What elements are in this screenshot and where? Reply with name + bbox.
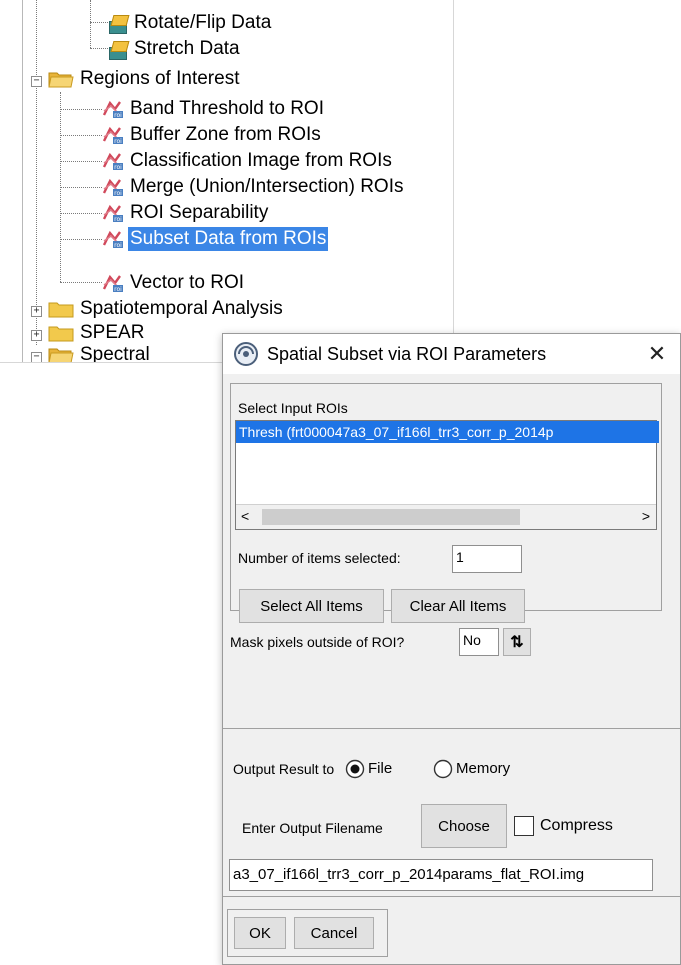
compress-checkbox[interactable] (514, 816, 534, 836)
close-icon: ✕ (647, 341, 667, 366)
folder-icon (48, 302, 74, 318)
scroll-left-icon[interactable]: < (241, 508, 249, 524)
mask-value-field[interactable]: No (459, 628, 499, 656)
roi-tool-icon: roi (102, 230, 123, 249)
tree-connector (90, 22, 108, 23)
svg-text:roi: roi (114, 286, 122, 293)
tree-connector (90, 48, 108, 49)
separator (223, 728, 680, 729)
horizontal-scrollbar[interactable]: < > (236, 504, 656, 529)
tree-connector (60, 187, 102, 188)
toggle-mask-button[interactable]: ⇅ (503, 628, 531, 656)
roi-tool-icon: roi (102, 126, 123, 145)
tree-item-roi-separability[interactable]: roi ROI Separability (102, 200, 270, 226)
radio-file-icon[interactable] (345, 759, 365, 779)
toolbox-tree-panel: − + + − Rotate/Flip Data Stretch Data Re… (0, 0, 454, 363)
select-all-items-button[interactable]: Select All Items (239, 589, 384, 623)
tree-item-band-threshold-to-roi[interactable]: roi Band Threshold to ROI (102, 96, 326, 122)
tree-connector (90, 0, 91, 48)
items-selected-field[interactable]: 1 (452, 545, 522, 573)
expand-spear-icon[interactable]: + (31, 330, 42, 341)
tree-item-label: Classification Image from ROIs (130, 150, 392, 171)
tree-item-vector-to-roi[interactable]: roi Vector to ROI (102, 270, 246, 296)
svg-text:roi: roi (114, 138, 122, 145)
tree-item-subset-data-from-rois[interactable]: roi Subset Data from ROIs (102, 226, 329, 252)
clear-all-items-button[interactable]: Clear All Items (391, 589, 525, 623)
output-result-label: Output Result to (233, 761, 335, 777)
tree-item-stretch-data[interactable]: Stretch Data (108, 36, 242, 62)
output-filename-field[interactable]: a3_07_if166l_trr3_corr_p_2014params_flat… (229, 859, 653, 891)
tree-connector (60, 135, 102, 136)
radio-file-label[interactable]: File (368, 760, 392, 777)
roi-tool-icon: roi (102, 100, 123, 119)
separator (223, 896, 680, 897)
scroll-right-icon[interactable]: > (642, 508, 650, 524)
cancel-button[interactable]: Cancel (294, 917, 374, 949)
tree-item-buffer-zone-from-rois[interactable]: roi Buffer Zone from ROIs (102, 122, 323, 148)
folder-icon (48, 326, 74, 342)
close-button[interactable]: ✕ (634, 334, 680, 374)
toggle-arrows-icon: ⇅ (510, 634, 524, 651)
tree-connector (60, 213, 102, 214)
roi-tool-icon: roi (102, 274, 123, 293)
tree-item-label: Merge (Union/Intersection) ROIs (130, 176, 404, 197)
tree-item-label: Spectral (80, 344, 150, 363)
folder-open-icon (48, 72, 74, 88)
folder-open-icon (48, 348, 74, 362)
tree-connector (60, 161, 102, 162)
svg-text:roi: roi (114, 190, 122, 197)
svg-text:roi: roi (114, 242, 122, 249)
select-input-rois-label: Select Input ROIs (238, 400, 348, 416)
tree-connector (60, 282, 102, 283)
collapse-spectral-icon[interactable]: − (31, 352, 42, 362)
ok-button[interactable]: OK (234, 917, 286, 949)
tree-item-label: Vector to ROI (130, 272, 245, 293)
enter-output-filename-label: Enter Output Filename (242, 820, 383, 836)
roi-listbox[interactable]: Thresh (frt000047a3_07_if166l_trr3_corr_… (235, 420, 659, 530)
svg-text:roi: roi (114, 164, 122, 171)
tree-item-label: ROI Separability (130, 202, 269, 223)
scrollbar-thumb[interactable] (262, 509, 520, 525)
roi-tool-icon: roi (102, 152, 123, 171)
expand-spatiotemporal-icon[interactable]: + (31, 306, 42, 317)
tree-item-label: Rotate/Flip Data (134, 12, 272, 33)
tool-icon (108, 13, 130, 34)
dialog-titlebar[interactable]: Spatial Subset via ROI Parameters ✕ (223, 334, 680, 374)
tree-folder-spatiotemporal-analysis[interactable]: Spatiotemporal Analysis (48, 296, 285, 322)
radio-memory-label[interactable]: Memory (456, 760, 510, 777)
roi-tool-icon: roi (102, 204, 123, 223)
svg-text:roi: roi (114, 112, 122, 119)
tree-item-merge-rois[interactable]: roi Merge (Union/Intersection) ROIs (102, 174, 406, 200)
input-rois-group: Select Input ROIs Thresh (frt000047a3_07… (230, 383, 662, 623)
dialog-title: Spatial Subset via ROI Parameters (267, 343, 547, 364)
tree-connector (36, 0, 37, 345)
radio-memory-icon[interactable] (433, 759, 453, 779)
tree-item-label: Spatiotemporal Analysis (80, 298, 283, 319)
tree-item-label: Regions of Interest (80, 68, 240, 89)
tree-item-label: Buffer Zone from ROIs (130, 124, 321, 145)
tree-item-label: Band Threshold to ROI (130, 98, 324, 119)
tree-folder-regions-of-interest[interactable]: Regions of Interest (48, 66, 241, 92)
compress-label[interactable]: Compress (540, 817, 613, 835)
envi-app-icon (234, 342, 258, 366)
collapse-regions-of-interest-icon[interactable]: − (31, 76, 42, 87)
tree-folder-spectral[interactable]: Spectral (48, 342, 152, 363)
tree-connector (60, 109, 102, 110)
tree-item-rotate-flip-data[interactable]: Rotate/Flip Data (108, 10, 273, 36)
roi-list-item[interactable]: Thresh (frt000047a3_07_if166l_trr3_corr_… (236, 421, 659, 443)
tree-item-label: Stretch Data (134, 38, 240, 59)
roi-tool-icon: roi (102, 178, 123, 197)
tool-icon (108, 39, 130, 60)
tree-connector (60, 239, 102, 240)
spatial-subset-dialog: Spatial Subset via ROI Parameters ✕ Sele… (222, 333, 681, 965)
tree-item-classification-image-from-rois[interactable]: roi Classification Image from ROIs (102, 148, 394, 174)
tree-item-label: Subset Data from ROIs (128, 227, 329, 251)
tree-border-line (22, 0, 23, 362)
items-selected-label: Number of items selected: (238, 550, 401, 566)
svg-text:roi: roi (114, 216, 122, 223)
mask-pixels-label: Mask pixels outside of ROI? (230, 634, 405, 650)
choose-button[interactable]: Choose (421, 804, 507, 848)
